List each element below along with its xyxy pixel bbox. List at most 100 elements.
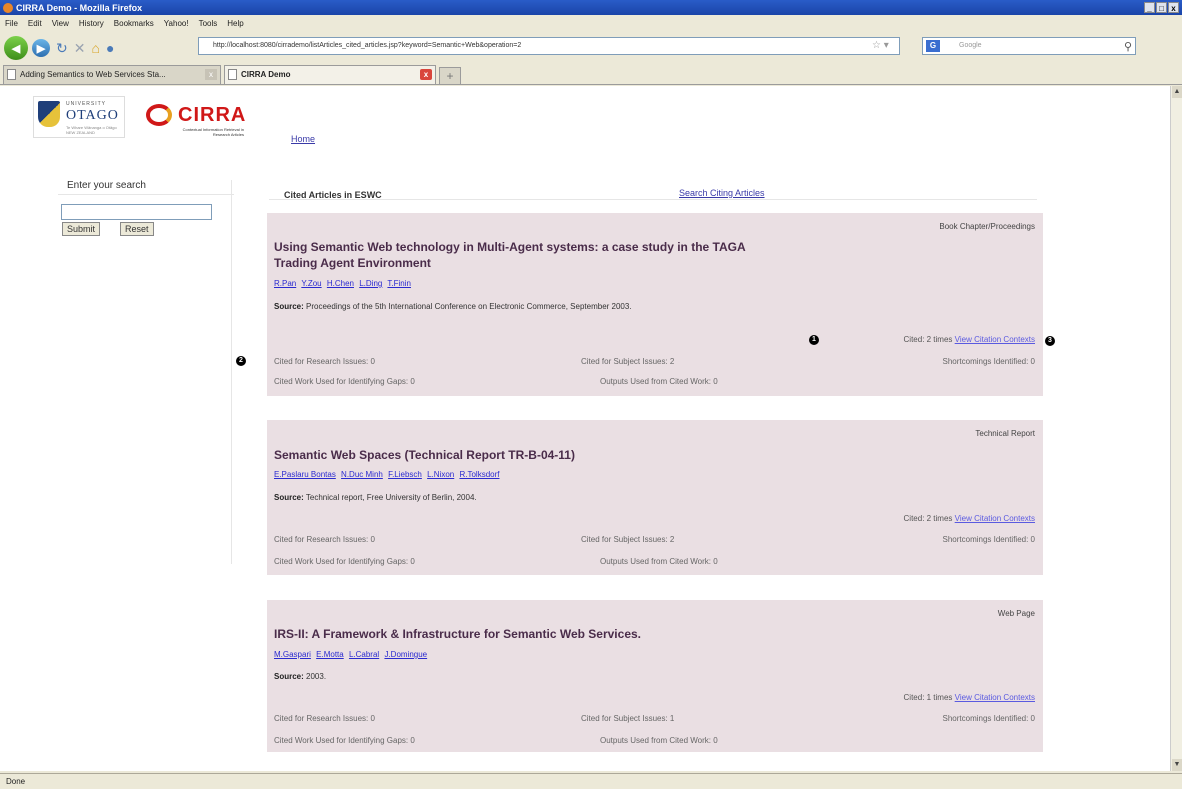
cited-count: Cited: 2 times View Citation Contexts <box>904 514 1035 523</box>
author-link[interactable]: L.Ding <box>359 279 382 288</box>
yahoo-icon[interactable]: ● <box>106 40 114 56</box>
cirra-logo-subtext: Contextual Information Retrieval in Rese… <box>182 127 244 137</box>
submit-button[interactable]: Submit <box>62 222 101 236</box>
article-title: Using Semantic Web technology in Multi-A… <box>274 240 746 270</box>
tab-adding-semantics[interactable]: Adding Semantics to Web Services Sta... … <box>3 65 221 84</box>
divider <box>58 194 234 195</box>
vertical-scrollbar[interactable]: ▲ ▼ <box>1170 86 1182 771</box>
menu-tools[interactable]: Tools <box>194 19 223 28</box>
article-source: Source: Proceedings of the 5th Internati… <box>274 302 764 312</box>
search-input[interactable] <box>61 204 212 220</box>
source-text: Proceedings of the 5th International Con… <box>306 302 632 311</box>
page-icon <box>7 69 16 80</box>
outputs-count: Outputs Used from Cited Work: 0 <box>600 557 718 566</box>
article-type: Book Chapter/Proceedings <box>939 222 1035 231</box>
menu-help[interactable]: Help <box>222 19 248 28</box>
reset-button[interactable]: Reset <box>120 222 154 236</box>
outputs-count: Outputs Used from Cited Work: 0 <box>600 736 718 745</box>
menu-history[interactable]: History <box>74 19 109 28</box>
article-source: Source: Technical report, Free Universit… <box>274 493 764 503</box>
search-citing-link[interactable]: Search Citing Articles <box>679 188 765 198</box>
maximize-button[interactable]: □ <box>1156 2 1167 13</box>
cited-text: Cited: 1 times <box>903 693 953 702</box>
gaps-count: Cited Work Used for Identifying Gaps: 0 <box>274 557 415 566</box>
scroll-down-icon[interactable]: ▼ <box>1172 759 1182 771</box>
window-controls: _ □ x <box>1144 2 1179 13</box>
article-authors: E.Paslaru Bontas N.Duc Minh F.Liebsch L.… <box>274 470 502 479</box>
search-icon[interactable]: ⚲ <box>1124 40 1132 53</box>
back-button[interactable]: ◀ <box>4 36 28 60</box>
article-title: IRS-II: A Framework & Infrastructure for… <box>274 627 641 641</box>
web-search-input[interactable]: G Google <box>922 37 1136 55</box>
author-link[interactable]: N.Duc Minh <box>341 470 383 479</box>
research-issues: Cited for Research Issues: 0 <box>274 714 375 723</box>
university-of-otago-logo: UNIVERSITY OTAGO Te Whare Wānanga o Otāg… <box>33 96 125 138</box>
navigation-toolbar: ◀ ▶ ↻ ✕ ⌂ ● http://localhost:8080/cirrad… <box>0 33 1182 63</box>
subject-issues: Cited for Subject Issues: 2 <box>581 535 675 544</box>
home-icon[interactable]: ⌂ <box>91 40 99 56</box>
author-link[interactable]: M.Gaspari <box>274 650 311 659</box>
article-type: Web Page <box>997 609 1035 618</box>
logo-text-university: UNIVERSITY <box>66 101 107 107</box>
view-citation-contexts-link[interactable]: View Citation Contexts <box>955 514 1035 523</box>
author-link[interactable]: L.Nixon <box>427 470 454 479</box>
gaps-count: Cited Work Used for Identifying Gaps: 0 <box>274 377 415 386</box>
author-link[interactable]: R.Pan <box>274 279 296 288</box>
url-bar[interactable]: http://localhost:8080/cirrademo/listArti… <box>198 37 900 55</box>
firefox-icon <box>3 2 13 13</box>
view-citation-contexts-link[interactable]: View Citation Contexts <box>955 693 1035 702</box>
tab-cirra-demo[interactable]: CIRRA Demo x <box>224 65 436 84</box>
cirra-logo-text: CIRRA <box>178 104 247 126</box>
research-issues: Cited for Research Issues: 0 <box>274 357 375 366</box>
shortcomings: Shortcomings Identified: 0 <box>942 714 1036 723</box>
new-tab-button[interactable]: + <box>439 67 461 84</box>
author-link[interactable]: E.Motta <box>316 650 344 659</box>
author-link[interactable]: H.Chen <box>327 279 354 288</box>
source-text: Technical report, Free University of Ber… <box>305 493 477 502</box>
reload-icon[interactable]: ↻ <box>56 40 68 57</box>
cited-count: Cited: 1 times View Citation Contexts <box>904 693 1035 702</box>
bookmark-star-icon[interactable]: ☆ ▾ <box>872 40 889 51</box>
author-link[interactable]: L.Cabral <box>349 650 379 659</box>
minimize-button[interactable]: _ <box>1144 2 1155 13</box>
author-link[interactable]: J.Domingue <box>384 650 427 659</box>
cited-text: Cited: 2 times <box>903 335 953 344</box>
author-link[interactable]: T.Finin <box>387 279 411 288</box>
article-card: Technical Report Semantic Web Spaces (Te… <box>267 420 1043 575</box>
author-link[interactable]: E.Paslaru Bontas <box>274 470 336 479</box>
google-icon[interactable]: G <box>926 40 940 52</box>
menu-bookmarks[interactable]: Bookmarks <box>109 19 159 28</box>
view-citation-contexts-link[interactable]: View Citation Contexts <box>955 335 1035 344</box>
page-icon <box>228 69 237 80</box>
menu-edit[interactable]: Edit <box>23 19 47 28</box>
menu-bar: File Edit View History Bookmarks Yahoo! … <box>0 16 1182 31</box>
author-link[interactable]: Y.Zou <box>301 279 321 288</box>
article-authors: M.Gaspari E.Motta L.Cabral J.Domingue <box>274 650 430 659</box>
author-link[interactable]: F.Liebsch <box>388 470 422 479</box>
search-sidebar: Enter your search Submit Reset <box>58 180 234 564</box>
stop-icon[interactable]: ✕ <box>74 40 86 57</box>
divider <box>269 199 1037 200</box>
subject-issues: Cited for Subject Issues: 2 <box>581 357 675 366</box>
forward-button[interactable]: ▶ <box>32 39 50 57</box>
close-button[interactable]: x <box>1168 2 1179 13</box>
menu-yahoo[interactable]: Yahoo! <box>159 19 194 28</box>
window-title: CIRRA Demo - Mozilla Firefox <box>16 2 143 13</box>
shortcomings: Shortcomings Identified: 0 <box>942 535 1036 544</box>
source-label: Source: <box>274 493 304 502</box>
home-link[interactable]: Home <box>291 134 315 144</box>
shortcomings: Shortcomings Identified: 0 <box>942 357 1036 366</box>
search-label: Enter your search <box>67 180 146 191</box>
tab-close-icon[interactable]: x <box>205 69 217 80</box>
gaps-count: Cited Work Used for Identifying Gaps: 0 <box>274 736 415 745</box>
cirra-logo: CIRRA Contextual Information Retrieval i… <box>144 102 246 142</box>
tab-close-icon[interactable]: x <box>420 69 432 80</box>
scroll-up-icon[interactable]: ▲ <box>1172 86 1182 98</box>
article-source: Source: 2003. <box>274 672 764 682</box>
annotation-marker-3: 3 <box>1045 336 1055 346</box>
article-authors: R.Pan Y.Zou H.Chen L.Ding T.Finin <box>274 279 414 288</box>
author-link[interactable]: R.Tolksdorf <box>459 470 499 479</box>
menu-view[interactable]: View <box>47 19 74 28</box>
menu-file[interactable]: File <box>0 19 23 28</box>
cited-count: Cited: 2 times View Citation Contexts <box>904 335 1035 344</box>
